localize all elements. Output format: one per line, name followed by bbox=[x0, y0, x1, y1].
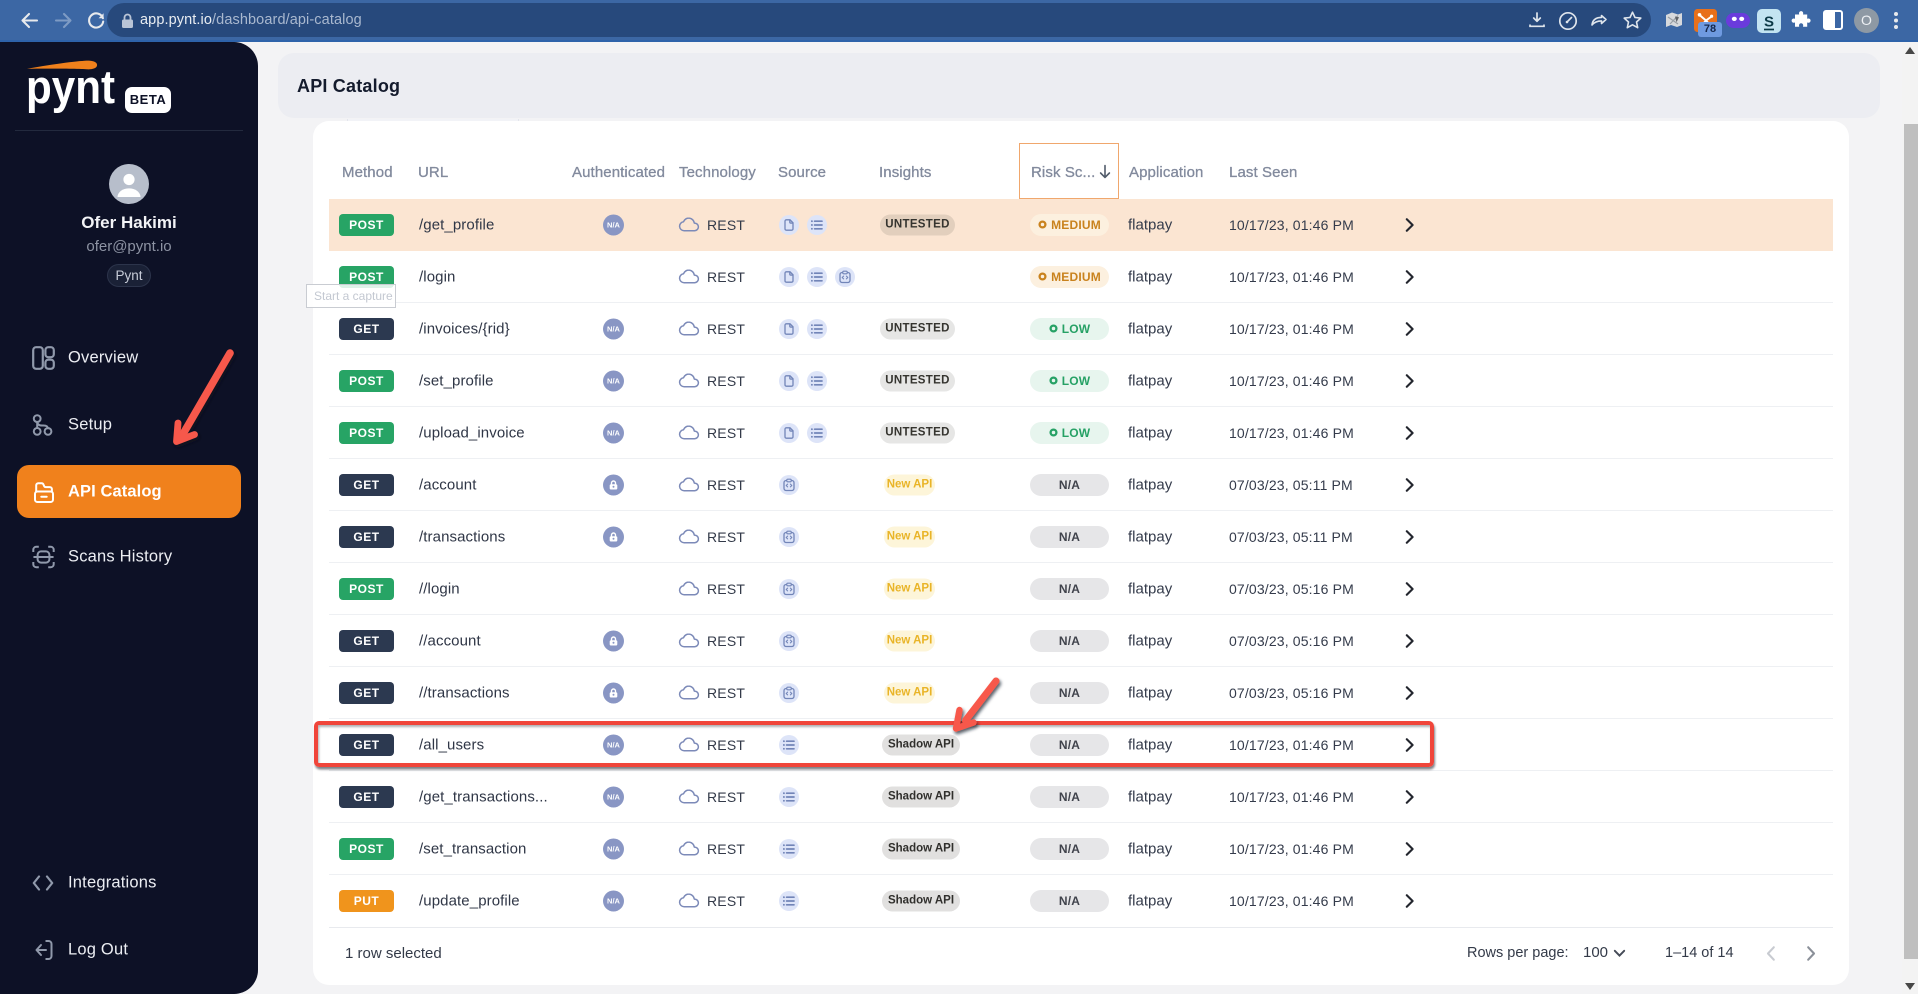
svg-text:S: S bbox=[1764, 14, 1774, 31]
svg-text:pynt: pynt bbox=[26, 60, 115, 113]
